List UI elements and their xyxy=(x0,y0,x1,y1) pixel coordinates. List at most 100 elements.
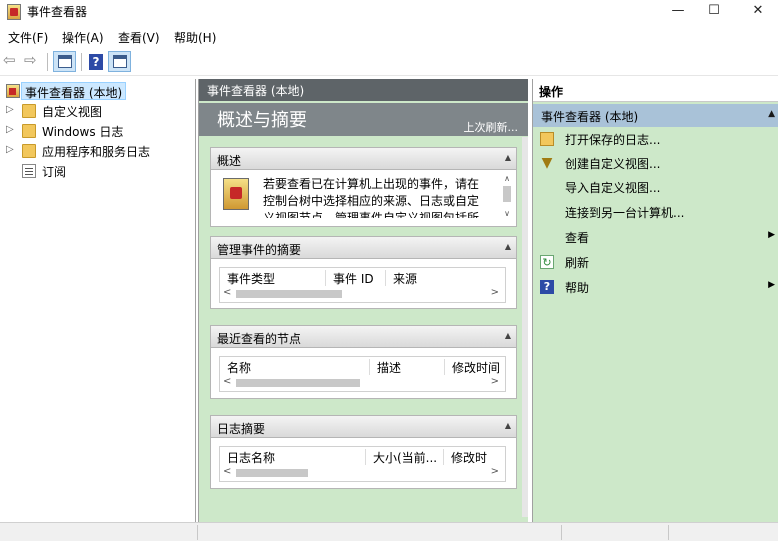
folder-icon xyxy=(22,144,36,158)
scroll-thumb[interactable] xyxy=(236,290,342,298)
center-pane-scrollbar[interactable] xyxy=(522,137,528,517)
overview-text: 若要查看已在计算机上出现的事件，请在控制台树中选择相应的来源、日志或自定义视图节… xyxy=(263,177,480,218)
expand-arrow-icon[interactable]: ▷ xyxy=(6,124,14,135)
collapse-arrow-icon[interactable]: ▲ xyxy=(505,421,511,430)
column-header[interactable]: 日志名称 xyxy=(220,449,366,465)
section-title: 日志摘要 xyxy=(217,422,266,436)
help-icon: ? xyxy=(89,54,103,70)
menu-bar: 文件(F) 操作(A) 查看(V) 帮助(H) xyxy=(0,26,778,48)
menu-file[interactable]: 文件(F) xyxy=(8,29,48,46)
section-header[interactable]: 最近查看的节点 ▲ xyxy=(211,326,516,348)
log-summary-grid[interactable]: 日志名称 大小(当前... 修改时 < > xyxy=(219,446,506,482)
title-bar: 事件查看器 — ☐ ✕ xyxy=(0,0,778,24)
admin-summary-grid[interactable]: 事件类型 事件 ID 来源 < > xyxy=(219,267,506,303)
center-pane: 事件查看器 (本地) 概述与摘要 上次刷新... 概述 ▲ 若要查看已在计算机上… xyxy=(198,79,528,522)
actions-group-title: 事件查看器 (本地) xyxy=(541,110,639,124)
minimize-button[interactable]: — xyxy=(658,0,698,24)
scroll-thumb[interactable] xyxy=(236,379,360,387)
show-hide-console-tree-button[interactable] xyxy=(53,51,76,72)
column-header[interactable]: 来源 xyxy=(386,270,505,286)
scroll-up-icon[interactable]: ∧ xyxy=(501,174,513,183)
column-header[interactable]: 修改时 xyxy=(444,449,505,465)
folder-icon xyxy=(22,104,36,118)
collapse-arrow-icon[interactable]: ▲ xyxy=(768,109,775,119)
action-import-custom-view[interactable]: 导入自定义视图... xyxy=(533,175,778,199)
scroll-left-icon[interactable]: < xyxy=(223,376,231,387)
horizontal-scrollbar[interactable]: < > xyxy=(220,375,505,390)
collapse-arrow-icon[interactable]: ▲ xyxy=(505,153,511,162)
column-header[interactable]: 事件类型 xyxy=(220,270,326,286)
help-button[interactable]: ? xyxy=(84,51,107,72)
event-viewer-app-icon xyxy=(7,4,21,20)
scroll-down-icon[interactable]: ∨ xyxy=(501,209,513,218)
section-header[interactable]: 日志摘要 ▲ xyxy=(211,416,516,438)
tree-item-label: 订阅 xyxy=(42,165,67,179)
log-summary-section: 日志摘要 ▲ 日志名称 大小(当前... 修改时 < > xyxy=(210,415,517,489)
action-connect-computer[interactable]: 连接到另一台计算机... xyxy=(533,200,778,224)
scroll-left-icon[interactable]: < xyxy=(223,466,231,477)
tree-item-root[interactable]: 事件查看器 (本地) xyxy=(0,81,195,101)
horizontal-scrollbar[interactable]: < > xyxy=(220,286,505,301)
tree-item-label: 事件查看器 (本地) xyxy=(21,82,127,100)
expand-arrow-icon[interactable]: ▷ xyxy=(6,144,14,155)
folder-icon xyxy=(22,124,36,138)
action-help[interactable]: ? 帮助 ▶ xyxy=(533,275,778,299)
scroll-right-icon[interactable]: > xyxy=(491,466,499,477)
grid-header: 日志名称 大小(当前... 修改时 xyxy=(220,447,505,465)
event-log-icon xyxy=(223,178,249,210)
column-header[interactable]: 描述 xyxy=(370,359,445,375)
action-refresh[interactable]: ↻ 刷新 xyxy=(533,250,778,274)
action-create-custom-view[interactable]: ▼ 创建自定义视图... xyxy=(533,151,778,175)
column-header[interactable]: 修改时间 xyxy=(445,359,505,375)
collapse-arrow-icon[interactable]: ▲ xyxy=(505,331,511,340)
section-header[interactable]: 概述 ▲ xyxy=(211,148,516,170)
vertical-scrollbar[interactable]: ∧ ∨ xyxy=(501,174,513,218)
tree-item-windows-logs[interactable]: ▷ Windows 日志 xyxy=(0,121,195,141)
action-label: 创建自定义视图... xyxy=(565,157,661,171)
folder-open-icon xyxy=(540,132,554,146)
tree-item-app-service-logs[interactable]: ▷ 应用程序和服务日志 xyxy=(0,141,195,161)
overview-banner: 概述与摘要 上次刷新... xyxy=(199,103,528,136)
actions-group-header[interactable]: 事件查看器 (本地) ▲ xyxy=(533,104,778,127)
show-hide-action-pane-button[interactable] xyxy=(108,51,131,72)
column-header[interactable]: 名称 xyxy=(220,359,370,375)
grid-header: 事件类型 事件 ID 来源 xyxy=(220,268,505,286)
scroll-thumb[interactable] xyxy=(236,469,308,477)
section-header[interactable]: 管理事件的摘要 ▲ xyxy=(211,237,516,259)
section-title: 管理事件的摘要 xyxy=(217,243,302,257)
column-header[interactable]: 大小(当前... xyxy=(366,449,444,465)
collapse-arrow-icon[interactable]: ▲ xyxy=(505,242,511,251)
scroll-left-icon[interactable]: < xyxy=(223,287,231,298)
back-arrow-icon[interactable]: ⇦ xyxy=(3,53,20,69)
status-bar xyxy=(0,522,778,541)
event-viewer-icon xyxy=(6,84,20,98)
recent-nodes-grid[interactable]: 名称 描述 修改时间 < > xyxy=(219,356,506,392)
refresh-icon: ↻ xyxy=(540,255,554,269)
action-label: 刷新 xyxy=(565,256,590,270)
forward-arrow-icon[interactable]: ⇨ xyxy=(24,53,41,69)
menu-view[interactable]: 查看(V) xyxy=(118,29,160,46)
submenu-arrow-icon: ▶ xyxy=(768,280,775,290)
expand-arrow-icon[interactable]: ▷ xyxy=(6,104,14,115)
menu-action[interactable]: 操作(A) xyxy=(62,29,104,46)
menu-help[interactable]: 帮助(H) xyxy=(174,29,216,46)
horizontal-scrollbar[interactable]: < > xyxy=(220,465,505,480)
maximize-button[interactable]: ☐ xyxy=(694,0,734,24)
tree-item-label: 自定义视图 xyxy=(42,105,103,119)
action-label: 打开保存的日志... xyxy=(565,133,661,147)
action-open-saved-log[interactable]: 打开保存的日志... xyxy=(533,127,778,151)
toolbar: ⇦ ⇨ ? xyxy=(0,48,778,76)
tree-item-custom-views[interactable]: ▷ 自定义视图 xyxy=(0,101,195,121)
close-button[interactable]: ✕ xyxy=(738,0,778,24)
admin-summary-section: 管理事件的摘要 ▲ 事件类型 事件 ID 来源 < > xyxy=(210,236,517,309)
status-divider xyxy=(668,525,669,540)
action-view[interactable]: 查看 ▶ xyxy=(533,225,778,249)
console-tree: 事件查看器 (本地) ▷ 自定义视图 ▷ Windows 日志 ▷ 应用程序和服… xyxy=(0,79,196,522)
window-title: 事件查看器 xyxy=(27,5,88,19)
scroll-right-icon[interactable]: > xyxy=(491,287,499,298)
column-header[interactable]: 事件 ID xyxy=(326,270,386,286)
scroll-thumb[interactable] xyxy=(503,186,511,202)
scroll-right-icon[interactable]: > xyxy=(491,376,499,387)
last-refresh-link[interactable]: 上次刷新... xyxy=(464,119,519,135)
tree-item-subscriptions[interactable]: 订阅 xyxy=(0,161,195,181)
